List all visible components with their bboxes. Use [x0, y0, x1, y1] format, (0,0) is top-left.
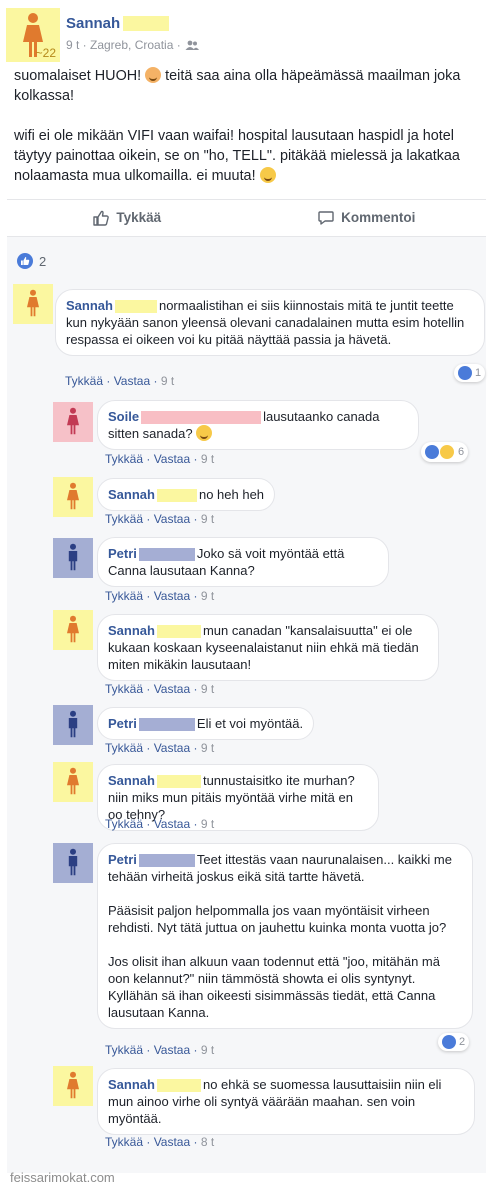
male-figure-icon	[68, 710, 78, 738]
haha-reaction-icon	[439, 444, 455, 460]
comment-like-link[interactable]: Tykkää	[65, 374, 103, 388]
female-figure-icon	[67, 615, 79, 643]
female-figure-icon	[67, 482, 79, 510]
redacted-surname	[123, 16, 170, 31]
redacted-surname	[138, 718, 195, 732]
post-like-count[interactable]: 2	[17, 253, 46, 269]
comment-text-paragraph: Jos olisit ihan alkuun vaan todennut ett…	[108, 954, 440, 1020]
post-meta: 9 t · Zagreb, Croatia ·	[66, 38, 199, 52]
comment-text-paragraph: Pääsisit paljon helpommalla jos vaan myö…	[108, 903, 447, 935]
comment-button-label: Kommentoi	[341, 210, 416, 225]
commenter-avatar[interactable]	[13, 284, 53, 324]
comment-actions: Tykkää · Vastaa · 9 t	[105, 512, 215, 526]
comment-bubble: Sannah normaalistihan ei siis kiinnostais…	[55, 289, 485, 356]
comment-bubble: Petri Eli et voi myöntää.	[97, 707, 315, 740]
comment-reactions[interactable]: 2	[438, 1033, 470, 1051]
redacted-surname	[138, 548, 195, 562]
commenter-avatar[interactable]	[53, 843, 93, 883]
angry-face-icon	[145, 67, 162, 83]
female-figure-icon	[27, 289, 39, 317]
comment-actions: Tykkää · Vastaa · 8 t	[105, 1135, 215, 1149]
post-like-number: 2	[39, 253, 47, 269]
post-body: suomalaiset HUOH! teitä saa aina olla hä…	[14, 66, 476, 206]
redacted-surname	[156, 1079, 201, 1093]
comment-button[interactable]: Kommentoi	[247, 209, 487, 227]
comment-bubble: Sannah no ehkä se suomessa lausuttaisiin …	[97, 1068, 475, 1135]
friends-icon[interactable]	[185, 40, 199, 50]
like-button[interactable]: Tykkää	[7, 209, 247, 227]
comment-reactions[interactable]: 6	[421, 442, 469, 462]
commenter-avatar[interactable]	[53, 1066, 93, 1106]
male-figure-icon	[68, 848, 78, 876]
female-figure-icon	[67, 767, 79, 795]
comment-bubble: Petri Joko sä voit myöntää että Canna lau…	[97, 537, 389, 587]
like-button-label: Tykkää	[116, 210, 162, 225]
commenter-name[interactable]: Sannah	[66, 298, 113, 313]
thinking-face-icon	[196, 425, 213, 441]
like-reaction-icon	[17, 253, 33, 269]
comment-reply-link[interactable]: Vastaa	[114, 374, 150, 388]
comment-actions: Tykkää · Vastaa · 9 t	[105, 741, 215, 755]
commenter-name[interactable]: Soile	[108, 409, 139, 424]
post-author[interactable]: Sannah	[66, 15, 170, 32]
comment-actions: Tykkää · Vastaa · 9 t	[105, 452, 215, 466]
comment-reactions[interactable]: 1	[454, 364, 486, 382]
comment-actions: Tykkää · Vastaa · 9 t	[65, 374, 175, 388]
comment-actions: Tykkää · Vastaa · 9 t	[105, 1043, 215, 1057]
redacted-surname	[156, 775, 201, 789]
redacted-surname	[156, 489, 197, 503]
commenter-avatar[interactable]	[53, 705, 93, 745]
commenter-avatar[interactable]	[53, 402, 93, 442]
comment-bubble: Sannah mun canadan "kansalaisuutta" ei ol…	[97, 614, 439, 681]
comments-section: 2 Sannah normaalistihan ei siis kiinnosta…	[7, 236, 486, 1173]
like-reaction-icon	[442, 1035, 456, 1049]
comment-actions: Tykkää · Vastaa · 9 t	[105, 817, 215, 831]
commenter-avatar[interactable]	[53, 477, 93, 517]
male-figure-icon	[68, 543, 78, 571]
redacted-surname	[156, 625, 201, 639]
redacted-surname	[141, 411, 262, 425]
commenter-avatar[interactable]	[53, 538, 93, 578]
watermark: feissarimokat.com	[10, 1170, 115, 1185]
post-meta-text[interactable]: 9 t · Zagreb, Croatia ·	[66, 38, 181, 52]
female-figure-icon	[67, 1071, 79, 1099]
comment-bubble: Soile lausutaanko canada sitten sanada?	[97, 400, 419, 450]
comment-time[interactable]: 9 t	[161, 374, 174, 388]
thumbs-up-icon	[93, 210, 110, 226]
comment-actions: Tykkää · Vastaa · 9 t	[105, 589, 215, 603]
post-author-avatar[interactable]: ~22	[6, 8, 60, 62]
commenter-avatar[interactable]	[53, 762, 93, 802]
like-reaction-icon	[458, 366, 472, 380]
post-paragraph-2: wifi ei ole mikään VIFI vaan waifai! hos…	[14, 128, 460, 184]
post-paragraph-1: suomalaiset HUOH! teitä saa aina olla hä…	[14, 67, 461, 104]
post-author-name[interactable]: Sannah	[66, 15, 120, 32]
redacted-surname	[114, 300, 157, 314]
smiling-face-icon	[259, 167, 276, 183]
comment-bubble: Petri Teet ittestäs vaan naurunalaisen...…	[97, 843, 473, 1029]
speech-bubble-icon	[318, 210, 334, 225]
redacted-surname	[138, 854, 195, 868]
comment-actions: Tykkää · Vastaa · 9 t	[105, 682, 215, 696]
comment-bubble: Sannah no heh heh	[97, 478, 276, 511]
like-reaction-icon	[425, 445, 439, 459]
age-badge: ~22	[35, 46, 56, 60]
post-action-bar: Tykkää Kommentoi	[7, 199, 486, 235]
commenter-avatar[interactable]	[53, 610, 93, 650]
female-figure-icon	[67, 407, 79, 435]
